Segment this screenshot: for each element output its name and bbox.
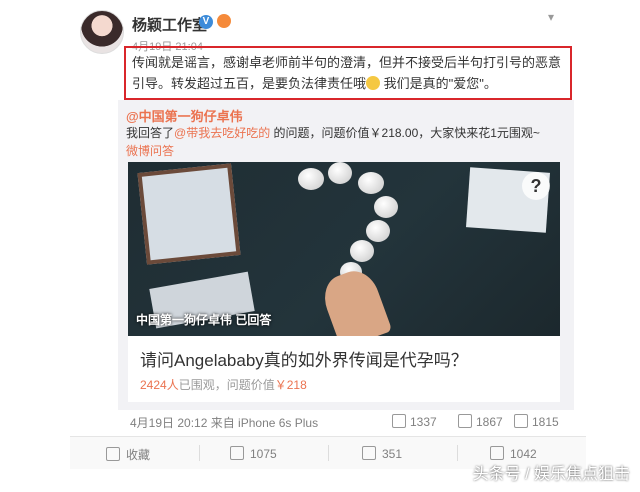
comment-count: 1867	[476, 415, 503, 429]
divider	[457, 445, 458, 461]
question-cover-image[interactable]: ? 中国第一狗仔卓伟 已回答	[128, 162, 560, 336]
media-caption: 中国第一狗仔卓伟 已回答	[136, 313, 272, 327]
forward-count: 1337	[410, 415, 437, 429]
repost-box: @中国第一狗仔卓伟 我回答了@带我去吃好吃的 的问题，问题价值￥218.00，大…	[118, 100, 574, 410]
repost-like-stat[interactable]: 1815	[514, 414, 559, 429]
repost-comment-stat[interactable]: 1867	[458, 414, 503, 429]
hand-illustration	[317, 264, 393, 336]
forward-button[interactable]: 1075	[230, 446, 277, 461]
question-meta: 2424人已围观，问题价值￥218	[140, 376, 307, 393]
post-text-tail: 我们是真的"爱您"。	[380, 76, 497, 91]
repost-forward-stat[interactable]: 1337	[392, 414, 437, 429]
forward-icon	[230, 446, 244, 460]
like-count: 1815	[532, 415, 559, 429]
paper-ball	[374, 196, 398, 218]
favorite-button[interactable]: 收藏	[106, 446, 150, 463]
member-icon	[217, 14, 231, 28]
divider	[199, 445, 200, 461]
paper-ball	[350, 240, 374, 262]
paper-ball	[328, 162, 352, 184]
repost-text: 我回答了@带我去吃好吃的 的问题，问题价值￥218.00，大家快来花1元围观~	[126, 124, 566, 141]
repost-time-source[interactable]: 4月19日 20:12 来自 iPhone 6s Plus	[130, 414, 318, 431]
smile-icon	[366, 76, 381, 90]
repost-author[interactable]: @中国第一狗仔卓伟	[126, 106, 243, 125]
author-name[interactable]: 杨颖工作室	[132, 14, 207, 35]
question-icon[interactable]: ?	[522, 172, 550, 200]
paper-ball	[298, 168, 324, 190]
mention-link[interactable]: @带我去吃好吃的	[174, 126, 270, 140]
chevron-down-icon[interactable]: ▾	[548, 10, 554, 24]
comment-icon	[362, 446, 376, 460]
favorite-label: 收藏	[126, 448, 151, 462]
comment-label: 351	[382, 447, 403, 461]
question-value: ￥218	[274, 378, 307, 392]
paper-ball	[366, 220, 390, 242]
repost-text-prefix: 我回答了	[126, 126, 175, 140]
question-card[interactable]: 请问Angelababy真的如外界传闻是代孕吗？ 2424人已围观，问题价值￥2…	[128, 336, 560, 402]
forward-label: 1075	[250, 447, 277, 461]
watermark: 头条号 / 娱乐焦点狙击	[472, 466, 630, 483]
weibo-card: 杨颖工作室 V ▾ 4月19日 21:04 传闻就是谣言，感谢卓老师前半句的澄清…	[70, 0, 586, 492]
comment-icon	[458, 414, 472, 428]
source-link[interactable]: 微博问答	[126, 142, 174, 159]
like-label: 1042	[510, 447, 537, 461]
post-text: 传闻就是谣言，感谢卓老师前半句的澄清，但并不接受后半句打引号的恶意引导。转发超过…	[124, 46, 572, 100]
avatar[interactable]	[80, 10, 124, 54]
notebook-illustration	[137, 163, 241, 265]
star-icon	[106, 447, 120, 461]
views-count: 2424人	[140, 378, 179, 392]
question-title[interactable]: 请问Angelababy真的如外界传闻是代孕吗？	[140, 346, 468, 371]
forward-icon	[392, 414, 406, 428]
verified-icon: V	[199, 15, 213, 29]
divider	[328, 445, 329, 461]
comment-button[interactable]: 351	[362, 446, 402, 461]
like-icon	[514, 414, 528, 428]
like-button[interactable]: 1042	[490, 446, 537, 461]
thumbs-up-icon	[490, 446, 504, 460]
views-label: 已围观，问题价值	[178, 378, 275, 392]
paper-ball	[358, 172, 384, 194]
repost-text-suffix: 的问题，问题价值￥218.00，大家快来花1元围观~	[270, 126, 540, 140]
